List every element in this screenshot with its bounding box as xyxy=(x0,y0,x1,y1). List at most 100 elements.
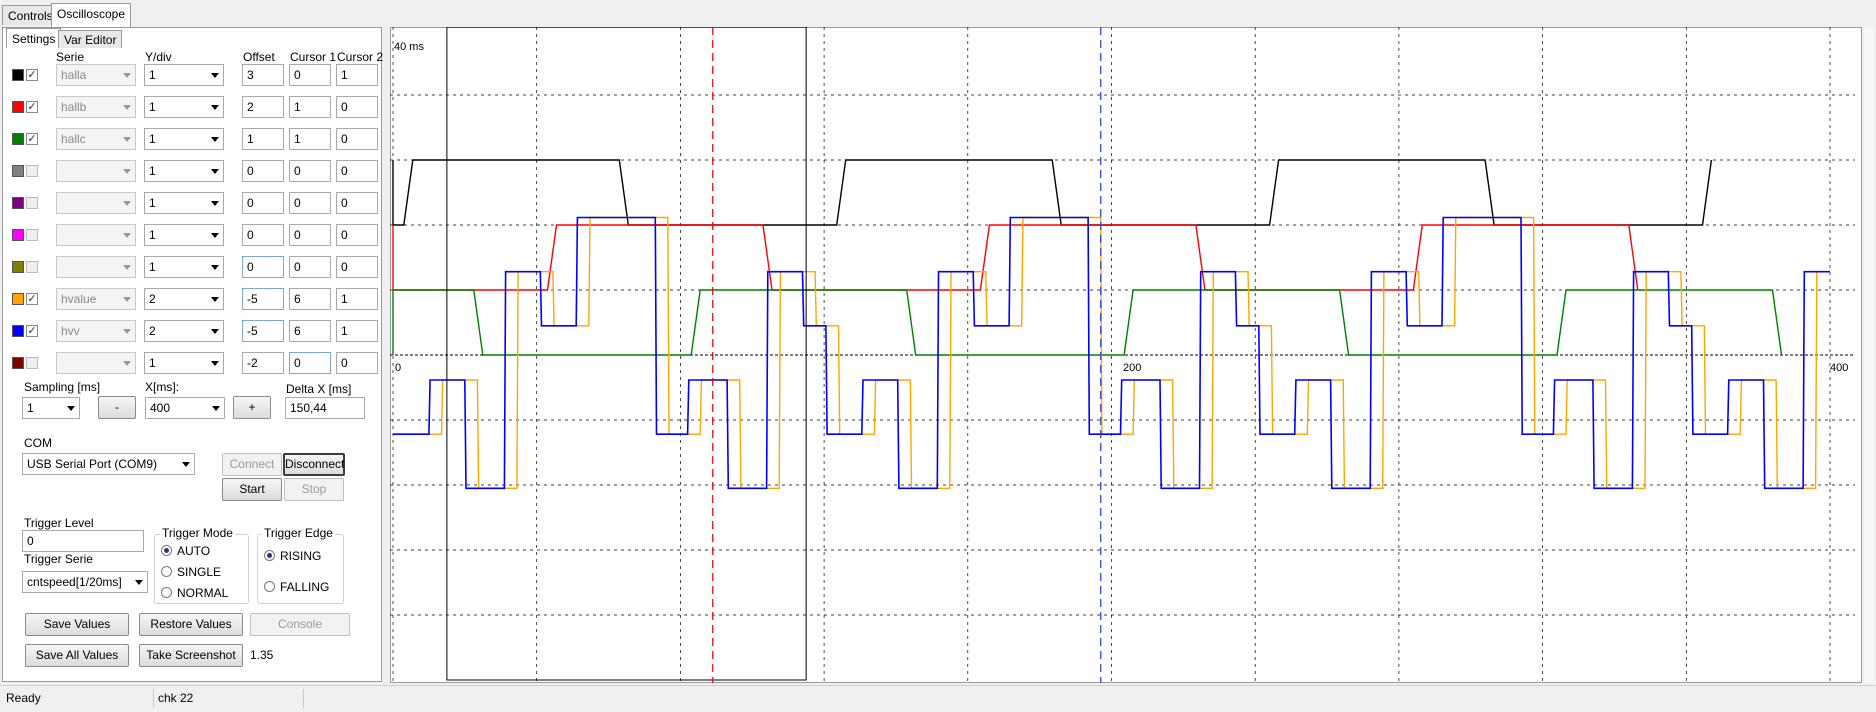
mode-auto-radio[interactable] xyxy=(161,545,172,556)
series-offset-field[interactable]: -5 xyxy=(242,320,284,342)
series-enable-checkbox[interactable]: ✓ xyxy=(26,293,38,305)
tab-var-editor[interactable]: Var Editor xyxy=(58,30,123,48)
series-name-select[interactable]: hvv xyxy=(56,320,136,342)
series-cursor1-field[interactable]: 6 xyxy=(289,320,331,342)
series-ydiv-select[interactable]: 1 xyxy=(144,224,224,246)
series-color-swatch[interactable] xyxy=(12,261,24,273)
save-all-values-button[interactable]: Save All Values xyxy=(25,644,129,667)
trigger-serie-select[interactable]: cntspeed[1/20ms] xyxy=(22,571,148,593)
tab-oscilloscope[interactable]: Oscilloscope xyxy=(51,3,132,27)
series-ydiv-select[interactable]: 1 xyxy=(144,128,224,150)
chevron-down-icon xyxy=(211,297,219,302)
series-ydiv-select[interactable]: 2 xyxy=(144,320,224,342)
disconnect-button[interactable]: Disconnect xyxy=(283,453,345,476)
series-offset-field[interactable]: 0 xyxy=(242,256,284,278)
series-cursor2-field[interactable]: 0 xyxy=(336,128,378,150)
series-enable-checkbox[interactable]: ✓ xyxy=(26,101,38,113)
series-ydiv-select[interactable]: 1 xyxy=(144,352,224,374)
com-label: COM xyxy=(24,436,52,450)
series-cursor2-field[interactable]: 1 xyxy=(336,288,378,310)
series-cursor1-field[interactable]: 0 xyxy=(289,224,331,246)
series-enable-checkbox[interactable]: ✓ xyxy=(26,325,38,337)
series-ydiv-select[interactable]: 1 xyxy=(144,64,224,86)
series-cursor2-field[interactable]: 0 xyxy=(336,192,378,214)
series-cursor1-field[interactable]: 1 xyxy=(289,128,331,150)
series-offset-field[interactable]: 0 xyxy=(242,224,284,246)
com-port-select[interactable]: USB Serial Port (COM9) xyxy=(22,453,195,475)
take-screenshot-button[interactable]: Take Screenshot xyxy=(139,644,243,667)
chevron-down-icon xyxy=(211,265,219,270)
series-offset-field[interactable]: 0 xyxy=(242,160,284,182)
series-enable-checkbox[interactable]: ✓ xyxy=(26,133,38,145)
series-color-swatch[interactable] xyxy=(12,165,24,177)
series-cursor2-field[interactable]: 0 xyxy=(336,256,378,278)
series-color-swatch[interactable] xyxy=(12,229,24,241)
series-offset-field[interactable]: 3 xyxy=(242,64,284,86)
connect-button[interactable]: Connect xyxy=(222,453,282,476)
series-name-select[interactable]: hvalue xyxy=(56,288,136,310)
series-ydiv-select[interactable]: 1 xyxy=(144,256,224,278)
series-cursor2-field[interactable]: 0 xyxy=(336,160,378,182)
series-ydiv-select[interactable]: 2 xyxy=(144,288,224,310)
x-decrease-button[interactable]: - xyxy=(98,396,136,419)
edge-falling-radio[interactable] xyxy=(264,581,275,592)
series-name-select[interactable] xyxy=(56,192,136,214)
series-cursor1-field[interactable]: 0 xyxy=(289,256,331,278)
stop-button[interactable]: Stop xyxy=(284,478,344,501)
series-cursor1-field[interactable]: 0 xyxy=(289,192,331,214)
series-enable-checkbox[interactable] xyxy=(26,357,38,369)
series-cursor1-field[interactable]: 0 xyxy=(289,160,331,182)
series-cursor2-field[interactable]: 0 xyxy=(336,96,378,118)
series-cursor2-field[interactable]: 1 xyxy=(336,64,378,86)
series-enable-checkbox[interactable] xyxy=(26,261,38,273)
start-button[interactable]: Start xyxy=(222,478,282,501)
series-offset-field[interactable]: 1 xyxy=(242,128,284,150)
oscilloscope-chart[interactable]: 40 ms 0 200 400 xyxy=(390,27,1862,683)
x-increase-button[interactable]: + xyxy=(233,396,271,419)
series-name-select[interactable] xyxy=(56,256,136,278)
series-enable-checkbox[interactable]: ✓ xyxy=(26,69,38,81)
series-cursor1-field[interactable]: 0 xyxy=(289,64,331,86)
series-color-swatch[interactable] xyxy=(12,197,24,209)
series-offset-field[interactable]: -5 xyxy=(242,288,284,310)
series-color-swatch[interactable] xyxy=(12,101,24,113)
chart-title: 40 ms xyxy=(394,41,424,53)
series-name-select[interactable]: hallb xyxy=(56,96,136,118)
series-cursor1-field[interactable]: 0 xyxy=(289,352,331,374)
series-name-select[interactable] xyxy=(56,352,136,374)
sampling-select[interactable]: 1 xyxy=(22,397,80,419)
console-button[interactable]: Console xyxy=(250,613,350,636)
series-name-select[interactable]: halla xyxy=(56,64,136,86)
series-ydiv-select[interactable]: 1 xyxy=(144,160,224,182)
series-cursor2-field[interactable]: 1 xyxy=(336,320,378,342)
series-color-swatch[interactable] xyxy=(12,69,24,81)
delta-x-field[interactable]: 150,44 xyxy=(285,397,365,419)
series-ydiv-select[interactable]: 1 xyxy=(144,96,224,118)
series-color-swatch[interactable] xyxy=(12,293,24,305)
series-enable-checkbox[interactable] xyxy=(26,165,38,177)
series-enable-checkbox[interactable] xyxy=(26,197,38,209)
save-values-button[interactable]: Save Values xyxy=(25,613,129,636)
series-name-select[interactable] xyxy=(56,224,136,246)
series-ydiv-select[interactable]: 1 xyxy=(144,192,224,214)
series-offset-field[interactable]: 2 xyxy=(242,96,284,118)
edge-rising-radio[interactable] xyxy=(264,550,275,561)
series-color-swatch[interactable] xyxy=(12,133,24,145)
series-name-select[interactable]: hallc xyxy=(56,128,136,150)
x-ms-select[interactable]: 400 xyxy=(145,397,225,419)
series-offset-field[interactable]: 0 xyxy=(242,192,284,214)
trigger-level-field[interactable]: 0 xyxy=(22,530,144,552)
mode-single-radio[interactable] xyxy=(161,566,172,577)
series-cursor1-field[interactable]: 6 xyxy=(289,288,331,310)
series-color-swatch[interactable] xyxy=(12,357,24,369)
series-cursor2-field[interactable]: 0 xyxy=(336,352,378,374)
series-offset-field[interactable]: -2 xyxy=(242,352,284,374)
restore-values-button[interactable]: Restore Values xyxy=(139,613,243,636)
series-cursor1-field[interactable]: 1 xyxy=(289,96,331,118)
series-color-swatch[interactable] xyxy=(12,325,24,337)
tab-settings[interactable]: Settings xyxy=(6,28,62,48)
mode-normal-radio[interactable] xyxy=(161,587,172,598)
series-name-select[interactable] xyxy=(56,160,136,182)
series-enable-checkbox[interactable] xyxy=(26,229,38,241)
series-cursor2-field[interactable]: 0 xyxy=(336,224,378,246)
